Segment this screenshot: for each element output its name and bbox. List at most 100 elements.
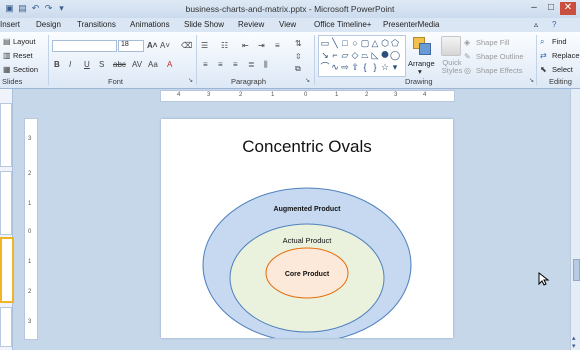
bullets-icon[interactable]: ☰	[201, 41, 208, 50]
star-shape-icon[interactable]: ☆	[380, 62, 390, 72]
shrink-font-icon[interactable]: A˅	[160, 41, 170, 50]
scribble-shape-icon[interactable]: ∿	[330, 62, 340, 72]
slides-group-label: Slides	[2, 77, 23, 86]
strikethrough-icon[interactable]: abc	[113, 60, 126, 69]
brace-shape-icon[interactable]: {	[360, 62, 370, 72]
shapes-gallery[interactable]: ▭ ╲ □ ○ ▢ △ ⬡ ⬠ ↘ ⌐ ▱ ◇ ⏢ ◺ ⯃ ◯ ⌒ ∿ ⇨ ⇧ …	[318, 35, 406, 77]
minimize-icon[interactable]: –	[526, 2, 542, 15]
trapezoid-shape-icon[interactable]: ⏢	[360, 50, 370, 60]
up-arrow-shape-icon[interactable]: ⇧	[350, 62, 360, 72]
replace-button[interactable]: Replace	[552, 51, 580, 60]
find-button[interactable]: Find	[552, 37, 567, 46]
next-slide-icon[interactable]: ▾	[572, 342, 576, 350]
shadow-icon[interactable]: S	[99, 60, 104, 69]
text-direction-icon[interactable]: ⇅	[295, 39, 302, 48]
scrollbar-thumb[interactable]	[573, 259, 580, 281]
align-center-icon[interactable]: ≡	[218, 60, 223, 69]
paragraph-dialog-launcher-icon[interactable]: ↘	[305, 77, 310, 84]
drawing-dialog-launcher-icon[interactable]: ↘	[529, 77, 534, 84]
font-dialog-launcher-icon[interactable]: ↘	[188, 77, 193, 84]
convert-smartart-icon[interactable]: ⧉	[295, 64, 301, 74]
clear-formatting-icon[interactable]: ⌫	[181, 41, 192, 50]
section-button[interactable]: Section	[13, 65, 38, 74]
numbering-icon[interactable]: ☷	[221, 41, 228, 50]
shape-outline-button[interactable]: Shape Outline	[476, 52, 524, 61]
shape-effects-icon: ◎	[464, 66, 471, 75]
reset-button[interactable]: Reset	[13, 51, 33, 60]
more-shapes-icon[interactable]: ▾	[390, 62, 400, 72]
tab-office-timeline[interactable]: Office Timeline+	[314, 20, 371, 29]
ruler-number: 4	[423, 92, 427, 98]
brace-right-shape-icon[interactable]: }	[370, 62, 380, 72]
tab-slide-show[interactable]: Slide Show	[184, 20, 224, 29]
rectangle-shape-icon[interactable]: □	[340, 38, 350, 48]
align-left-icon[interactable]: ≡	[203, 60, 208, 69]
character-spacing-icon[interactable]: AV	[132, 60, 142, 69]
italic-icon[interactable]: I	[69, 60, 71, 69]
underline-icon[interactable]: U	[84, 60, 90, 69]
change-case-icon[interactable]: Aa	[148, 60, 158, 69]
elbow-connector-shape-icon[interactable]: ⌐	[330, 50, 340, 60]
vertical-ruler[interactable]: 3 2 1 0 1 2 3	[24, 118, 38, 340]
tab-transitions[interactable]: Transitions	[77, 20, 116, 29]
font-name-combo[interactable]	[52, 40, 117, 52]
increase-indent-icon[interactable]: ⇥	[258, 41, 265, 50]
shape-effects-button[interactable]: Shape Effects	[476, 66, 523, 75]
horizontal-ruler[interactable]: 4 3 2 1 0 1 2 3 4	[160, 90, 455, 102]
slide-thumbnail-selected[interactable]	[0, 237, 14, 303]
triangle-shape-icon[interactable]: △	[370, 38, 380, 48]
line-shape-icon[interactable]: ╲	[330, 38, 340, 48]
arrow-line-shape-icon[interactable]: ↘	[320, 50, 330, 60]
layout-button[interactable]: Layout	[13, 37, 36, 46]
ruler-number: 2	[28, 171, 32, 177]
help-icon[interactable]: ?	[552, 20, 556, 29]
close-icon[interactable]: ✕	[560, 2, 576, 15]
section-icon: ▦	[3, 65, 11, 74]
minimize-ribbon-icon[interactable]: ▵	[534, 20, 538, 29]
hexagon-shape-icon[interactable]: ⬡	[380, 38, 390, 48]
previous-slide-icon[interactable]: ▴	[572, 334, 576, 342]
tab-animations[interactable]: Animations	[130, 20, 170, 29]
vertical-scrollbar[interactable]: ▴ ▾	[570, 89, 580, 350]
maximize-icon[interactable]: □	[543, 2, 559, 15]
reset-icon: ▥	[3, 51, 11, 60]
select-button[interactable]: Select	[552, 65, 573, 74]
tab-presentermedia[interactable]: PresenterMedia	[383, 20, 439, 29]
font-color-icon[interactable]: A	[167, 60, 172, 69]
rounded-rectangle-shape-icon[interactable]: ▢	[360, 38, 370, 48]
columns-icon[interactable]: ⫼	[264, 60, 268, 70]
circle-shape-icon[interactable]: ◯	[390, 50, 400, 60]
tab-review[interactable]: Review	[238, 20, 264, 29]
slide-thumbnail[interactable]	[0, 307, 12, 347]
text-box-shape-icon[interactable]: ▭	[320, 38, 330, 48]
diamond-shape-icon[interactable]: ◇	[350, 50, 360, 60]
grow-font-icon[interactable]: A˄	[147, 41, 157, 50]
tab-design[interactable]: Design	[36, 20, 61, 29]
right-triangle-shape-icon[interactable]: ◺	[370, 50, 380, 60]
oval-shape-icon[interactable]: ○	[350, 38, 360, 48]
shape-fill-button[interactable]: Shape Fill	[476, 38, 509, 47]
curve-shape-icon[interactable]: ⌒	[320, 62, 330, 72]
drawing-group-label: Drawing	[405, 77, 433, 86]
line-spacing-icon[interactable]: ≡	[275, 41, 280, 50]
slide-thumbnail-panel[interactable]	[0, 89, 14, 350]
slide-canvas[interactable]: Concentric Ovals Augmented Product Actua…	[161, 119, 453, 338]
slide-thumbnail[interactable]	[0, 171, 12, 235]
quick-styles-button[interactable]: Quick Styles	[440, 59, 464, 75]
justify-icon[interactable]: ≣	[248, 60, 255, 69]
font-size-combo[interactable]: 18	[118, 40, 144, 52]
octagon-shape-icon[interactable]: ⯃	[380, 50, 390, 60]
arrange-dropdown-icon[interactable]: ▾	[418, 67, 422, 76]
pentagon-shape-icon[interactable]: ⬠	[390, 38, 400, 48]
tab-insert[interactable]: Insert	[0, 20, 20, 29]
ruler-number: 3	[28, 136, 32, 142]
slide-thumbnail[interactable]	[0, 103, 12, 167]
bold-icon[interactable]: B	[54, 60, 60, 69]
align-text-icon[interactable]: ⇳	[295, 52, 302, 61]
right-arrow-shape-icon[interactable]: ⇨	[340, 62, 350, 72]
decrease-indent-icon[interactable]: ⇤	[242, 41, 249, 50]
tab-view[interactable]: View	[279, 20, 296, 29]
parallelogram-shape-icon[interactable]: ▱	[340, 50, 350, 60]
align-right-icon[interactable]: ≡	[233, 60, 238, 69]
editing-group-label: Editing	[549, 77, 572, 86]
